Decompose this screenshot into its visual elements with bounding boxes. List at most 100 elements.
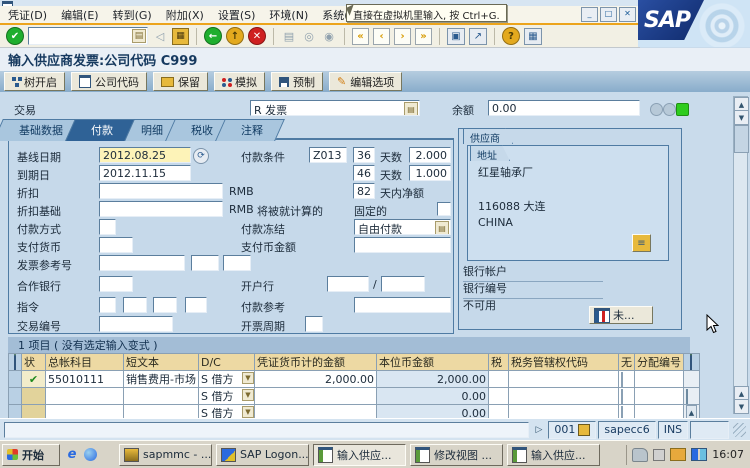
payment-amount-field[interactable] bbox=[354, 237, 451, 253]
open-items-icon[interactable]: ≡ bbox=[632, 234, 651, 252]
exit-icon[interactable]: ↑ bbox=[226, 27, 244, 45]
command-input[interactable]: ▤ bbox=[28, 27, 148, 45]
company-code-button[interactable]: 公司代码 bbox=[71, 72, 147, 91]
scroll-down-icon[interactable]: ▼ bbox=[734, 399, 749, 414]
next-page-icon[interactable]: › bbox=[394, 27, 411, 45]
short-text-cell[interactable] bbox=[123, 387, 199, 405]
instruction-field-2[interactable] bbox=[123, 297, 147, 313]
customize-layout-icon[interactable]: ▦ bbox=[524, 27, 542, 45]
insert-mode-cell[interactable]: INS bbox=[657, 420, 689, 439]
terms-days-2-field[interactable]: 46 bbox=[353, 165, 375, 181]
tab-notes[interactable]: 注释 bbox=[215, 119, 285, 141]
gl-account-cell[interactable] bbox=[45, 387, 124, 405]
close-icon[interactable]: ✕ bbox=[619, 7, 636, 22]
table-scrollbar-thumb[interactable] bbox=[682, 387, 700, 405]
payment-method-field[interactable] bbox=[99, 219, 116, 235]
menu-document[interactable]: 凭证(D) bbox=[8, 7, 47, 23]
menu-environment[interactable]: 环境(N) bbox=[269, 7, 308, 23]
editing-options-button[interactable]: ✎ 编辑选项 bbox=[329, 72, 403, 91]
dropdown-icon[interactable]: ▼ bbox=[241, 389, 254, 401]
invoice-ref-field-1[interactable] bbox=[99, 255, 185, 271]
cancel-icon[interactable]: ✕ bbox=[248, 27, 266, 45]
hold-button[interactable]: 保留 bbox=[153, 72, 208, 91]
tax-jurisdiction-cell[interactable] bbox=[507, 387, 619, 405]
partner-bank-field[interactable] bbox=[99, 276, 133, 292]
amount-doc-cell[interactable]: 2,000.00 bbox=[253, 370, 377, 388]
date-picker-icon[interactable]: ⟳ bbox=[193, 148, 209, 164]
table-config-icon[interactable] bbox=[682, 353, 700, 371]
menu-goto[interactable]: 转到(G) bbox=[113, 7, 152, 23]
row-selector[interactable] bbox=[8, 370, 22, 388]
start-button[interactable]: 开始 bbox=[2, 443, 60, 466]
dropdown-icon[interactable]: ▤ bbox=[404, 102, 418, 115]
wo-discount-cell[interactable] bbox=[617, 387, 635, 405]
due-date-field[interactable]: 2012.11.15 bbox=[99, 165, 191, 181]
col-short-text[interactable]: 短文本 bbox=[123, 353, 199, 371]
tray-network-icon[interactable] bbox=[691, 448, 708, 461]
terms-days-1-field[interactable]: 36 bbox=[353, 147, 375, 163]
task-vendor-invoice-2[interactable]: 输入供应... bbox=[507, 443, 600, 466]
restore-icon[interactable]: □ bbox=[600, 7, 617, 22]
simulate-button[interactable]: 模拟 bbox=[214, 72, 265, 91]
quick-launch-icon[interactable] bbox=[84, 448, 97, 461]
task-sap-logon[interactable]: SAP Logon... bbox=[216, 443, 309, 466]
tax-jurisdiction-cell[interactable] bbox=[507, 370, 619, 388]
park-button[interactable]: 预制 bbox=[271, 72, 323, 91]
ime-hand-icon[interactable] bbox=[632, 447, 649, 462]
row-selector[interactable] bbox=[8, 387, 22, 405]
oi-list-button[interactable]: 未... bbox=[589, 306, 653, 324]
task-sapmmc[interactable]: sapmmc - ... bbox=[119, 443, 212, 466]
transaction-select[interactable]: R 发票 ▤ bbox=[250, 100, 420, 116]
payment-reference-field[interactable] bbox=[354, 297, 451, 313]
dc-cell[interactable]: S 借方 ▼ bbox=[197, 370, 255, 388]
baseline-date-field[interactable]: 2012.08.25 bbox=[99, 147, 191, 163]
first-page-icon[interactable]: « bbox=[352, 27, 369, 45]
menu-settings[interactable]: 设置(S) bbox=[218, 7, 256, 23]
new-session-icon[interactable]: ▣ bbox=[447, 27, 465, 45]
back-icon[interactable]: ← bbox=[204, 27, 222, 45]
scrollbar-thumb[interactable] bbox=[734, 125, 749, 153]
payment-currency-field[interactable] bbox=[99, 237, 133, 253]
table-scrollbar-track[interactable] bbox=[682, 370, 700, 388]
terms-pct-2-field[interactable]: 1.000 bbox=[409, 165, 451, 181]
col-tax-jurisdiction[interactable]: 税务管辖权代码 bbox=[507, 353, 619, 371]
billing-cycle-field[interactable] bbox=[305, 316, 323, 332]
assignment-cell[interactable] bbox=[633, 370, 684, 388]
amount-doc-cell[interactable] bbox=[253, 387, 377, 405]
terms-pct-1-field[interactable]: 2.000 bbox=[409, 147, 451, 163]
discount-field[interactable] bbox=[99, 183, 223, 199]
select-all-icon[interactable] bbox=[8, 353, 22, 371]
dc-cell[interactable]: S 借方 ▼ bbox=[197, 387, 255, 405]
dropdown-icon[interactable]: ▼ bbox=[241, 406, 254, 418]
collapse-icon[interactable]: ◁ bbox=[152, 28, 168, 44]
tray-small-icon[interactable] bbox=[653, 448, 666, 461]
minimize-icon[interactable]: _ bbox=[581, 7, 598, 22]
save-icon[interactable]: ▦ bbox=[172, 27, 189, 45]
gl-account-cell[interactable]: 55010111 bbox=[45, 370, 124, 388]
short-text-cell[interactable]: 销售费用-市场 bbox=[123, 370, 199, 388]
tax-cell[interactable] bbox=[487, 370, 509, 388]
invoice-ref-field-3[interactable] bbox=[223, 255, 251, 271]
col-assignment[interactable]: 分配编号 bbox=[633, 353, 684, 371]
col-dc[interactable]: D/C bbox=[197, 353, 255, 371]
status-expand-icon[interactable]: ▷ bbox=[531, 425, 546, 435]
house-bank-field-2[interactable] bbox=[381, 276, 425, 292]
tray-folder-icon[interactable] bbox=[670, 448, 687, 461]
instruction-field-4[interactable] bbox=[185, 297, 207, 313]
previous-page-icon[interactable]: ‹ bbox=[373, 27, 390, 45]
command-history-icon[interactable]: ▤ bbox=[132, 29, 146, 43]
create-shortcut-icon[interactable]: ↗ bbox=[469, 27, 487, 45]
status-message-field[interactable] bbox=[4, 421, 530, 438]
payment-terms-code-field[interactable]: Z013 bbox=[309, 147, 347, 163]
tab-payment[interactable]: 付款 bbox=[65, 119, 135, 141]
instruction-field-1[interactable] bbox=[99, 297, 116, 313]
col-amount-lc[interactable]: 本位币金额 bbox=[375, 353, 489, 371]
tree-on-button[interactable]: 树开启 bbox=[4, 72, 65, 91]
dropdown-icon[interactable]: ▤ bbox=[435, 221, 449, 234]
house-bank-field-1[interactable] bbox=[327, 276, 369, 292]
terms-days-3-field[interactable]: 82 bbox=[353, 183, 375, 199]
payment-block-select[interactable]: 自由付款 ▤ bbox=[354, 219, 451, 235]
discount-base-field[interactable] bbox=[99, 201, 223, 217]
main-scrollbar[interactable]: ▲ ▼ ▲ ▼ bbox=[733, 96, 749, 414]
col-tax[interactable]: 税 bbox=[487, 353, 509, 371]
